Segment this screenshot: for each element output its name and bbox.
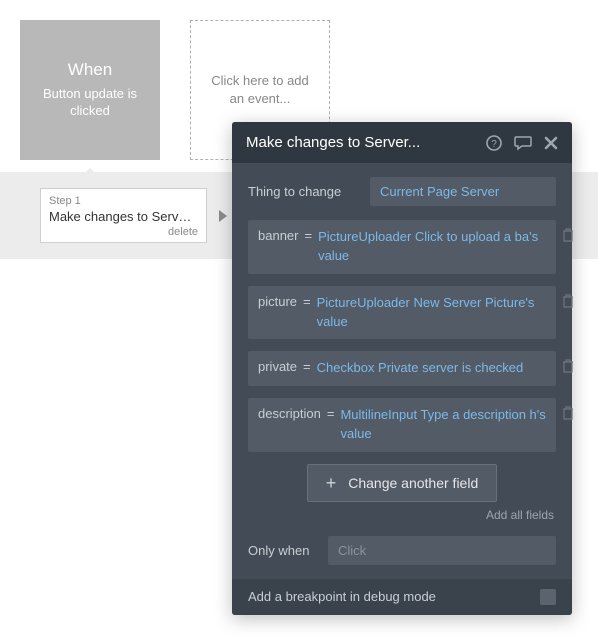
- change-another-field-button[interactable]: + Change another field: [307, 464, 498, 502]
- help-icon[interactable]: ?: [486, 135, 502, 151]
- event-pointer-notch: [82, 168, 98, 176]
- field-block-picture[interactable]: picture = PictureUploader New Server Pic…: [248, 286, 556, 340]
- step-title: Make changes to Server...: [49, 209, 198, 224]
- event-when-title: When: [68, 60, 112, 80]
- step-forward-icon[interactable]: [215, 208, 231, 224]
- plus-icon: +: [326, 474, 337, 492]
- field-expr-picture[interactable]: PictureUploader New Server Picture's val…: [317, 294, 546, 332]
- only-when-label: Only when: [248, 543, 318, 558]
- editor-footer: Add a breakpoint in debug mode: [232, 579, 572, 615]
- field-block-description[interactable]: description = MultilineInput Type a desc…: [248, 398, 556, 452]
- comment-icon[interactable]: [514, 135, 532, 151]
- field-expr-banner[interactable]: PictureUploader Click to upload a ba's v…: [318, 228, 546, 266]
- change-another-label: Change another field: [348, 475, 478, 491]
- equals-sign: =: [303, 359, 311, 374]
- field-block-private[interactable]: private = Checkbox Private server is che…: [248, 351, 556, 386]
- thing-to-change-value[interactable]: Current Page Server: [370, 177, 556, 206]
- only-when-row: Only when Click: [248, 536, 556, 565]
- field-name-description: description: [258, 406, 321, 421]
- close-icon[interactable]: [544, 136, 558, 150]
- delete-field-picture-icon[interactable]: [562, 294, 574, 308]
- equals-sign: =: [327, 406, 335, 421]
- field-name-picture: picture: [258, 294, 297, 309]
- step-card[interactable]: Step 1 Make changes to Server... delete: [40, 188, 207, 243]
- add-all-fields-link[interactable]: Add all fields: [248, 508, 554, 522]
- only-when-placeholder-text: Click: [338, 543, 366, 558]
- svg-text:?: ?: [491, 139, 497, 150]
- thing-to-change-label: Thing to change: [248, 184, 360, 199]
- editor-header-icons: ?: [486, 135, 558, 151]
- breakpoint-label: Add a breakpoint in debug mode: [248, 589, 436, 604]
- field-name-private: private: [258, 359, 297, 374]
- editor-header: Make changes to Server... ?: [232, 122, 572, 163]
- step-delete-link[interactable]: delete: [49, 226, 198, 238]
- property-editor-panel: Make changes to Server... ? Thing to cha…: [232, 122, 572, 615]
- delete-field-banner-icon[interactable]: [562, 228, 574, 242]
- field-block-banner[interactable]: banner = PictureUploader Click to upload…: [248, 220, 556, 274]
- editor-body: Thing to change Current Page Server bann…: [232, 163, 572, 579]
- field-expr-private[interactable]: Checkbox Private server is checked: [317, 359, 546, 378]
- event-when-box[interactable]: When Button update is clicked: [20, 20, 160, 160]
- only-when-input[interactable]: Click: [328, 536, 556, 565]
- event-when-text: Button update is clicked: [32, 86, 148, 120]
- breakpoint-checkbox[interactable]: [540, 589, 556, 605]
- delete-field-private-icon[interactable]: [562, 359, 574, 373]
- change-another-wrap: + Change another field: [248, 464, 556, 502]
- field-expr-description[interactable]: MultilineInput Type a description h's va…: [340, 406, 546, 444]
- step-number: Step 1: [49, 195, 198, 207]
- thing-to-change-row: Thing to change Current Page Server: [248, 177, 556, 206]
- equals-sign: =: [304, 228, 312, 243]
- delete-field-description-icon[interactable]: [562, 406, 574, 420]
- editor-title: Make changes to Server...: [246, 134, 420, 151]
- add-event-text: Click here to add an event...: [203, 72, 317, 108]
- equals-sign: =: [303, 294, 311, 309]
- field-name-banner: banner: [258, 228, 298, 243]
